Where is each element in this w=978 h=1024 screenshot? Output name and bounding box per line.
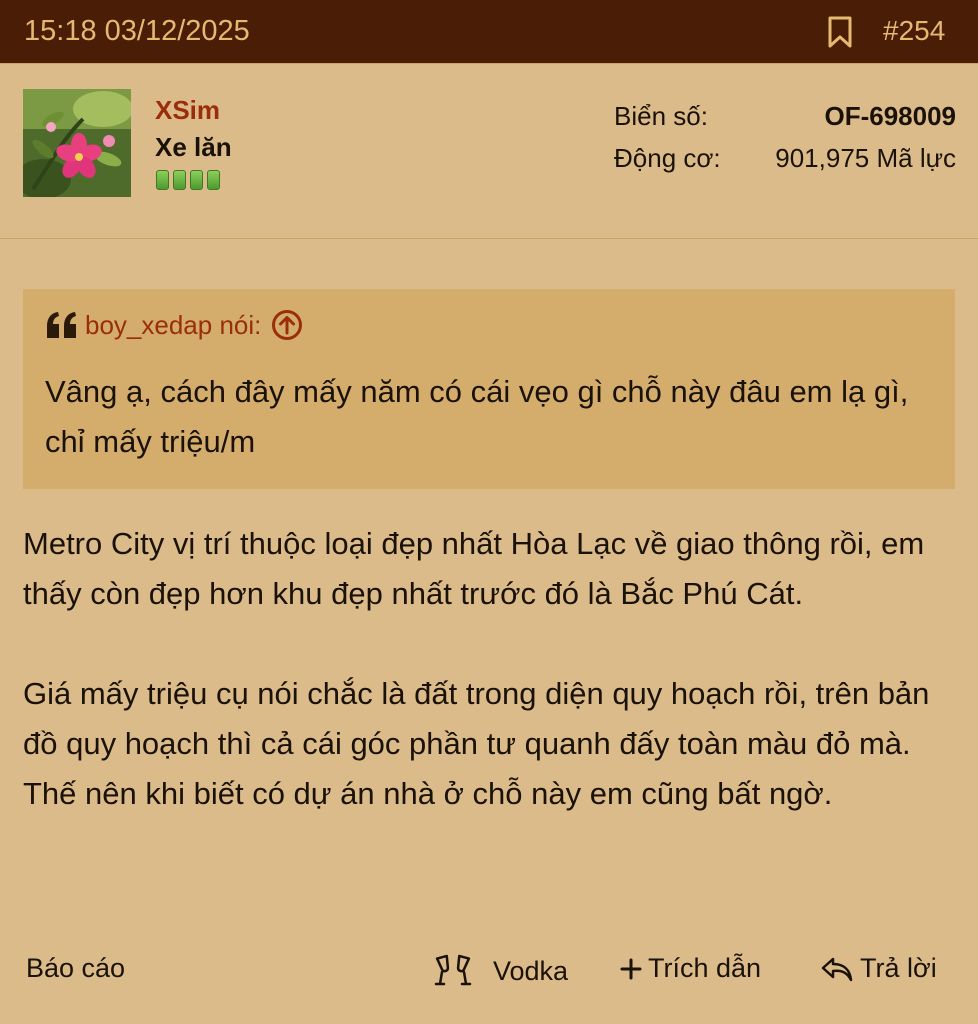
reply-button[interactable]: Trả lời bbox=[820, 953, 937, 984]
quote-header[interactable]: boy_xedap nói: bbox=[45, 309, 303, 341]
stat-label: Biển số: bbox=[614, 101, 708, 131]
user-stats: Biển số: OF-698009 Động cơ: 901,975 Mã l… bbox=[614, 101, 956, 185]
author-info: XSim Xe lăn Biển số: OF-698009 Động cơ: … bbox=[0, 65, 978, 239]
cheers-icon bbox=[434, 954, 472, 986]
quote-button[interactable]: Trích dẫn bbox=[620, 953, 761, 984]
rank-indicator bbox=[156, 170, 220, 190]
stat-engine: Động cơ: 901,975 Mã lực bbox=[614, 143, 956, 185]
post-number[interactable]: #254 bbox=[883, 15, 945, 47]
stat-value: 901,975 Mã lực bbox=[775, 143, 956, 173]
reply-icon bbox=[821, 957, 853, 981]
report-button[interactable]: Báo cáo bbox=[26, 953, 125, 984]
post-actions: Báo cáo Vodka Trích dẫn Trả lời bbox=[0, 950, 978, 1000]
quote-author[interactable]: boy_xedap nói: bbox=[85, 310, 261, 341]
username[interactable]: XSim bbox=[155, 95, 220, 126]
plus-icon bbox=[620, 958, 642, 979]
rank-pip bbox=[156, 170, 169, 190]
rank-pip bbox=[190, 170, 203, 190]
rank-pip bbox=[207, 170, 220, 190]
quote-text: Vâng ạ, cách đây mấy năm có cái vẹo gì c… bbox=[45, 374, 909, 459]
stat-value: OF-698009 bbox=[824, 101, 956, 131]
quote-block: boy_xedap nói: Vâng ạ, cách đây mấy năm … bbox=[23, 289, 955, 489]
reaction-label: Vodka bbox=[493, 955, 569, 986]
post-body: Metro City vị trí thuộc loại đẹp nhất Hò… bbox=[23, 519, 958, 819]
bookmark-icon[interactable] bbox=[826, 16, 854, 48]
user-title: Xe lăn bbox=[155, 132, 232, 162]
rank-pip bbox=[173, 170, 186, 190]
stat-label: Động cơ: bbox=[614, 143, 721, 173]
post-paragraph: Metro City vị trí thuộc loại đẹp nhất Hò… bbox=[23, 526, 925, 611]
reply-label: Trả lời bbox=[860, 953, 937, 983]
quote-label: Trích dẫn bbox=[648, 953, 762, 983]
reaction-button[interactable]: Vodka bbox=[433, 953, 568, 989]
arrow-up-circle-icon[interactable] bbox=[271, 309, 303, 341]
post-paragraph: Giá mấy triệu cụ nói chắc là đất trong d… bbox=[23, 676, 930, 811]
post-header: 15:18 03/12/2025 #254 bbox=[0, 0, 978, 64]
quote-mark-icon bbox=[47, 312, 76, 338]
stat-plate: Biển số: OF-698009 bbox=[614, 101, 956, 143]
post-timestamp[interactable]: 15:18 03/12/2025 bbox=[24, 15, 250, 48]
avatar[interactable] bbox=[23, 89, 131, 197]
